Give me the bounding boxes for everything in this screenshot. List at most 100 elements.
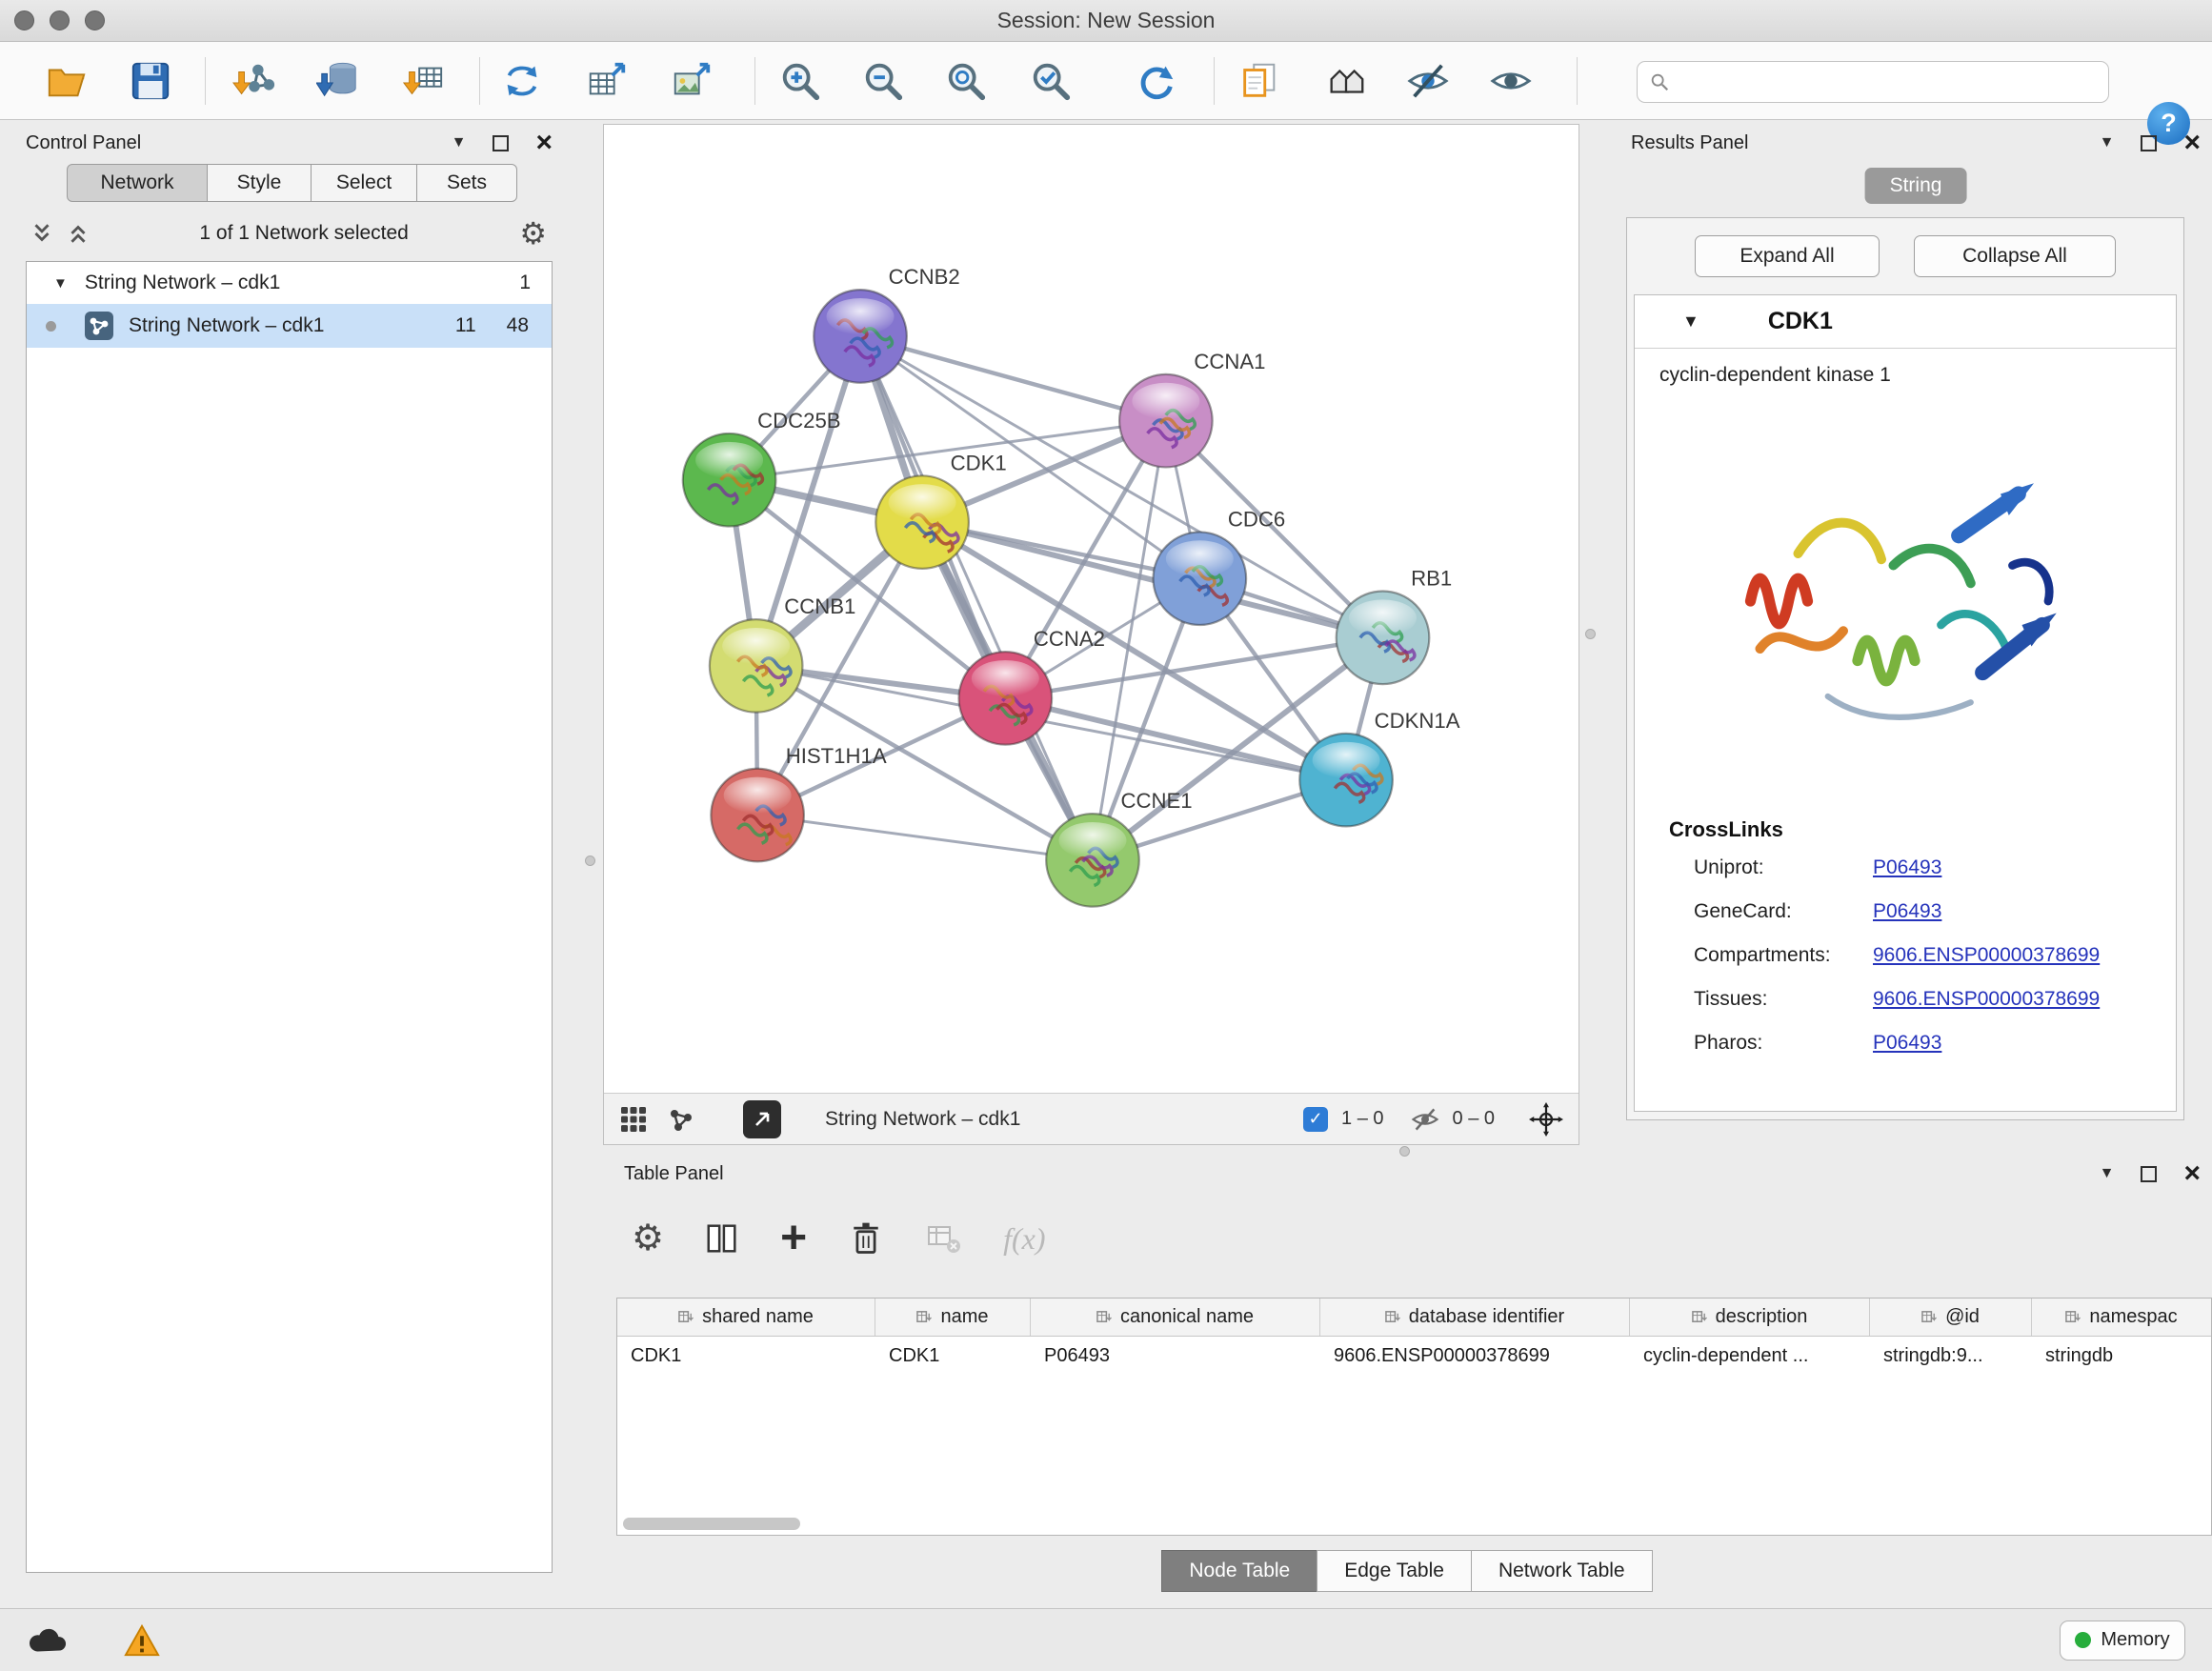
table-row[interactable]: CDK1 CDK1 P06493 9606.ENSP00000378699 cy… xyxy=(617,1337,2211,1377)
network-node-CCNA1[interactable]: CCNA1 xyxy=(1119,350,1265,467)
network-edge-CCNB2-CCNA1[interactable] xyxy=(860,336,1166,421)
network-canvas[interactable]: CCNB2CCNA1CDC25BCDK1CDC6RB1CCNB1CCNA2CDK… xyxy=(604,125,1579,1093)
network-edge-CCNB2-CCNE1[interactable] xyxy=(860,336,1093,860)
delete-table-icon[interactable] xyxy=(925,1219,963,1258)
clone-network-button[interactable] xyxy=(495,54,549,108)
selected-checkbox-icon[interactable]: ✓ xyxy=(1303,1107,1328,1132)
collapse-all-tree-icon[interactable] xyxy=(68,222,89,245)
zoom-selected-button[interactable] xyxy=(1024,54,1077,108)
export-image-button[interactable] xyxy=(665,54,718,108)
network-collection-row[interactable]: ▼ String Network – cdk1 1 xyxy=(27,262,552,304)
network-node-RB1[interactable]: RB1 xyxy=(1337,567,1452,684)
home-button[interactable] xyxy=(1319,54,1373,108)
network-row-selected[interactable]: String Network – cdk1 11 48 xyxy=(27,304,552,348)
network-node-HIST1H1A[interactable]: HIST1H1A xyxy=(711,744,886,861)
open-in-window-button[interactable] xyxy=(743,1100,781,1138)
panel-float-icon[interactable] xyxy=(493,135,509,151)
grid-view-icon[interactable] xyxy=(619,1105,648,1134)
cloud-icon[interactable] xyxy=(27,1625,67,1656)
table-settings-gear-icon[interactable]: ⚙ xyxy=(632,1220,664,1257)
add-column-plus-icon[interactable]: + xyxy=(780,1222,807,1255)
crosslink-link[interactable]: 9606.ENSP00000378699 xyxy=(1873,988,2100,1011)
zoom-fit-button[interactable] xyxy=(939,54,993,108)
disclosure-triangle-icon[interactable]: ▼ xyxy=(53,275,68,292)
zoom-in-button[interactable] xyxy=(774,54,827,108)
panel-close-icon[interactable]: × xyxy=(2183,1162,2201,1185)
column-header[interactable]: database identifier xyxy=(1320,1299,1630,1336)
results-tab-string[interactable]: String xyxy=(1865,168,1967,204)
show-columns-icon[interactable] xyxy=(704,1220,740,1257)
delete-trash-icon[interactable] xyxy=(847,1219,885,1258)
panel-float-icon[interactable] xyxy=(2141,135,2157,151)
refresh-view-button[interactable] xyxy=(1130,54,1183,108)
table-cell[interactable]: CDK1 xyxy=(617,1337,875,1377)
copy-document-button[interactable] xyxy=(1233,54,1286,108)
crosslink-link[interactable]: P06493 xyxy=(1873,856,1941,879)
column-header[interactable]: description xyxy=(1630,1299,1870,1336)
table-cell[interactable]: cyclin-dependent ... xyxy=(1630,1337,1870,1377)
hide-selected-button[interactable] xyxy=(1401,54,1455,108)
search-input[interactable] xyxy=(1678,71,2097,93)
column-header[interactable]: canonical name xyxy=(1031,1299,1320,1336)
crosslink-link[interactable]: P06493 xyxy=(1873,900,1941,923)
table-cell[interactable]: stringdb:9... xyxy=(1870,1337,2032,1377)
column-header[interactable]: shared name xyxy=(617,1299,875,1336)
network-node-CCNB2[interactable]: CCNB2 xyxy=(814,265,959,382)
expand-all-tree-icon[interactable] xyxy=(31,222,52,245)
function-builder-icon[interactable]: f(x) xyxy=(1003,1221,1045,1257)
column-header[interactable]: namespac xyxy=(2032,1299,2211,1336)
panel-close-icon[interactable]: × xyxy=(2183,131,2201,154)
crosslink-link[interactable]: 9606.ENSP00000378699 xyxy=(1873,944,2100,967)
panel-collapse-icon[interactable]: ▼ xyxy=(452,134,467,151)
tab-edge-table[interactable]: Edge Table xyxy=(1317,1550,1472,1592)
collapse-all-button[interactable]: Collapse All xyxy=(1914,235,2116,277)
tab-style[interactable]: Style xyxy=(207,164,312,202)
save-session-button[interactable] xyxy=(124,54,177,108)
expand-all-button[interactable]: Expand All xyxy=(1695,235,1880,277)
table-cell[interactable]: CDK1 xyxy=(875,1337,1031,1377)
network-node-CDKN1A[interactable]: CDKN1A xyxy=(1299,709,1459,826)
panel-collapse-icon[interactable]: ▼ xyxy=(2100,134,2115,151)
panel-collapse-icon[interactable]: ▼ xyxy=(2100,1165,2115,1182)
gear-icon[interactable]: ⚙ xyxy=(519,218,547,249)
node-details-header[interactable]: ▼ CDK1 xyxy=(1635,295,2176,349)
table-cell[interactable]: stringdb xyxy=(2032,1337,2211,1377)
column-header[interactable]: name xyxy=(875,1299,1031,1336)
fit-crosshair-icon[interactable] xyxy=(1529,1102,1563,1137)
tab-select[interactable]: Select xyxy=(311,164,417,202)
network-graph[interactable]: CCNB2CCNA1CDC25BCDK1CDC6RB1CCNB1CCNA2CDK… xyxy=(604,125,1579,1093)
birdseye-network-icon[interactable] xyxy=(667,1105,695,1134)
table-cell[interactable]: 9606.ENSP00000378699 xyxy=(1320,1337,1630,1377)
disclosure-triangle-icon[interactable]: ▼ xyxy=(1682,312,1699,332)
tab-network[interactable]: Network xyxy=(67,164,208,202)
column-type-icon xyxy=(678,1309,694,1325)
network-node-CDK1[interactable]: CDK1 xyxy=(875,451,1006,568)
network-edge-CCNE1-HIST1H1A[interactable] xyxy=(757,815,1093,860)
network-node-CCNB1[interactable]: CCNB1 xyxy=(710,594,855,712)
table-cell[interactable]: P06493 xyxy=(1031,1337,1320,1377)
show-all-button[interactable] xyxy=(1484,54,1538,108)
import-network-from-database-button[interactable] xyxy=(312,54,365,108)
splitter-handle[interactable] xyxy=(585,856,595,866)
tab-sets[interactable]: Sets xyxy=(416,164,517,202)
column-label: shared name xyxy=(702,1306,814,1328)
import-table-from-file-button[interactable] xyxy=(396,54,450,108)
panel-close-icon[interactable]: × xyxy=(535,131,553,154)
import-network-from-file-button[interactable] xyxy=(228,54,281,108)
tab-node-table[interactable]: Node Table xyxy=(1161,1550,1317,1592)
panel-float-icon[interactable] xyxy=(2141,1166,2157,1182)
search-box[interactable] xyxy=(1637,61,2109,103)
eye-slash-icon xyxy=(1406,59,1450,103)
warning-icon[interactable] xyxy=(124,1623,160,1658)
splitter-handle[interactable] xyxy=(1585,629,1596,639)
export-table-button[interactable] xyxy=(580,54,633,108)
zoom-out-button[interactable] xyxy=(856,54,910,108)
memory-button[interactable]: Memory xyxy=(2060,1621,2185,1661)
horizontal-scrollbar-thumb[interactable] xyxy=(623,1518,800,1530)
zoom-selected-icon xyxy=(1029,59,1073,103)
hidden-eye-slash-icon[interactable] xyxy=(1411,1105,1439,1134)
crosslink-link[interactable]: P06493 xyxy=(1873,1032,1941,1055)
open-session-button[interactable] xyxy=(40,54,93,108)
tab-network-table[interactable]: Network Table xyxy=(1471,1550,1653,1592)
column-header[interactable]: @id xyxy=(1870,1299,2032,1336)
